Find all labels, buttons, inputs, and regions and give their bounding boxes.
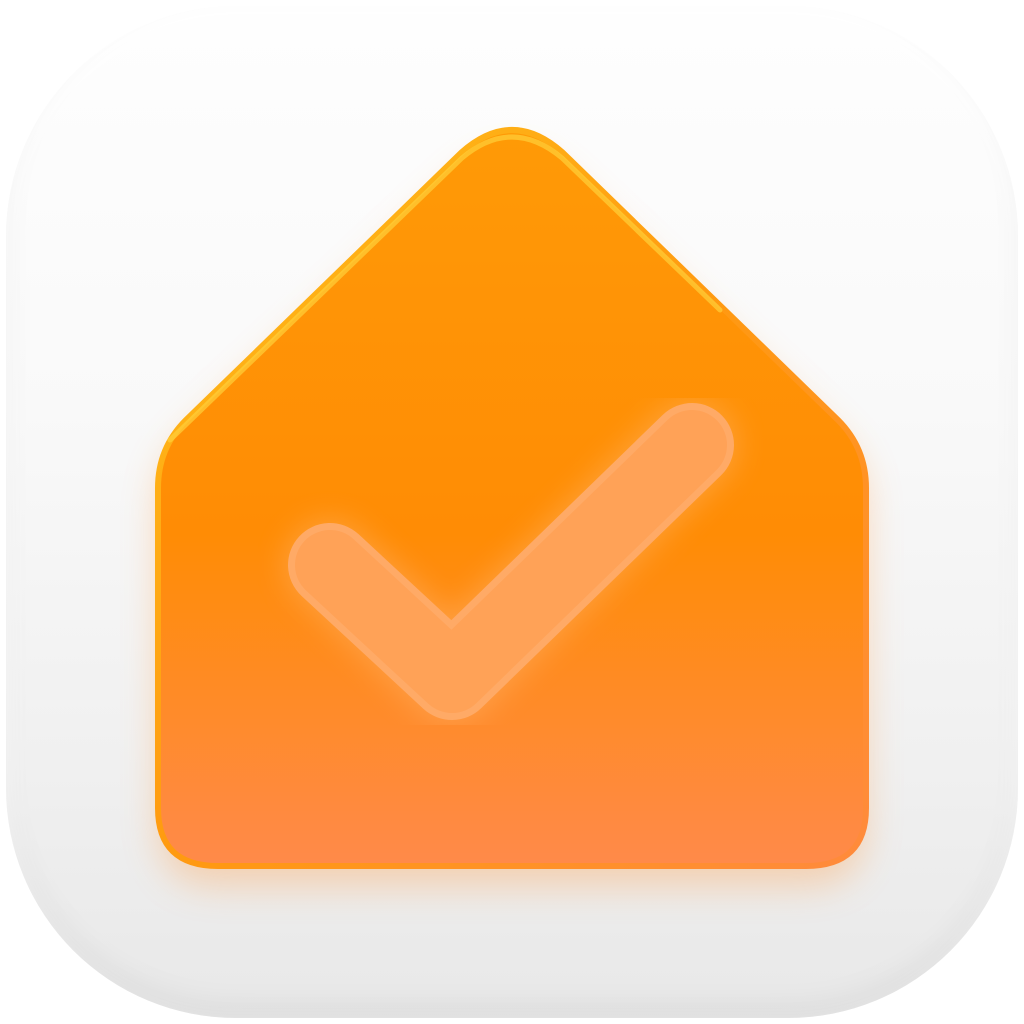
house-icon — [155, 127, 869, 869]
house-check-glyph — [155, 127, 869, 886]
app-icon — [0, 0, 1024, 1024]
